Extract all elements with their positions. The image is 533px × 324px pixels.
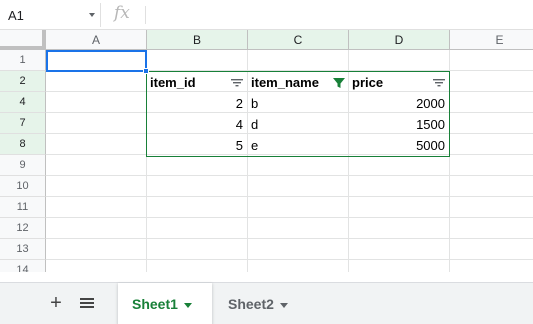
column-header-d[interactable]: D <box>349 30 450 50</box>
sheet-tab-bar: + Sheet1 Sheet2 <box>0 282 533 324</box>
row-header-8[interactable]: 8 <box>0 134 46 155</box>
spreadsheet-grid[interactable]: A B C D E 1 2 4 7 8 9 10 11 12 13 14 ite… <box>0 30 533 272</box>
active-cell-selection[interactable] <box>46 50 147 72</box>
column-header-a[interactable]: A <box>46 30 147 50</box>
row-header-4[interactable]: 4 <box>0 92 46 113</box>
divider <box>145 6 146 24</box>
gridline <box>46 175 533 176</box>
tab-label: Sheet1 <box>132 296 178 312</box>
row-header-7[interactable]: 7 <box>0 113 46 134</box>
name-box-value: A1 <box>8 8 24 23</box>
row-header-9[interactable]: 9 <box>0 155 46 176</box>
gridline <box>46 196 533 197</box>
tab-sheet1[interactable]: Sheet1 <box>118 283 212 324</box>
select-all-corner[interactable] <box>0 30 46 50</box>
name-box[interactable]: A1 <box>0 3 101 27</box>
chevron-down-icon[interactable] <box>89 13 95 17</box>
fill-handle[interactable] <box>143 68 149 74</box>
row-header-10[interactable]: 10 <box>0 176 46 197</box>
fx-icon: fx <box>114 3 130 23</box>
chevron-down-icon[interactable] <box>279 302 288 308</box>
row-header-11[interactable]: 11 <box>0 197 46 218</box>
chevron-down-icon[interactable] <box>183 302 192 308</box>
formula-bar: A1 fx <box>0 0 533 30</box>
gridline <box>46 217 533 218</box>
menu-icon[interactable] <box>80 298 94 310</box>
column-header-b[interactable]: B <box>147 30 248 50</box>
row-header-14[interactable]: 14 <box>0 260 46 272</box>
row-header-13[interactable]: 13 <box>0 239 46 260</box>
tab-label: Sheet2 <box>228 296 274 312</box>
tab-sheet2[interactable]: Sheet2 <box>214 283 308 324</box>
gridline <box>46 238 533 239</box>
row-header-12[interactable]: 12 <box>0 218 46 239</box>
formula-input[interactable] <box>152 5 522 25</box>
gridline <box>46 259 533 260</box>
column-header-e[interactable]: E <box>450 30 533 50</box>
filter-range-border <box>146 71 450 157</box>
row-header-1[interactable]: 1 <box>0 50 46 71</box>
plus-icon[interactable]: + <box>46 293 66 314</box>
row-header-2[interactable]: 2 <box>0 71 46 92</box>
column-header-c[interactable]: C <box>248 30 349 50</box>
